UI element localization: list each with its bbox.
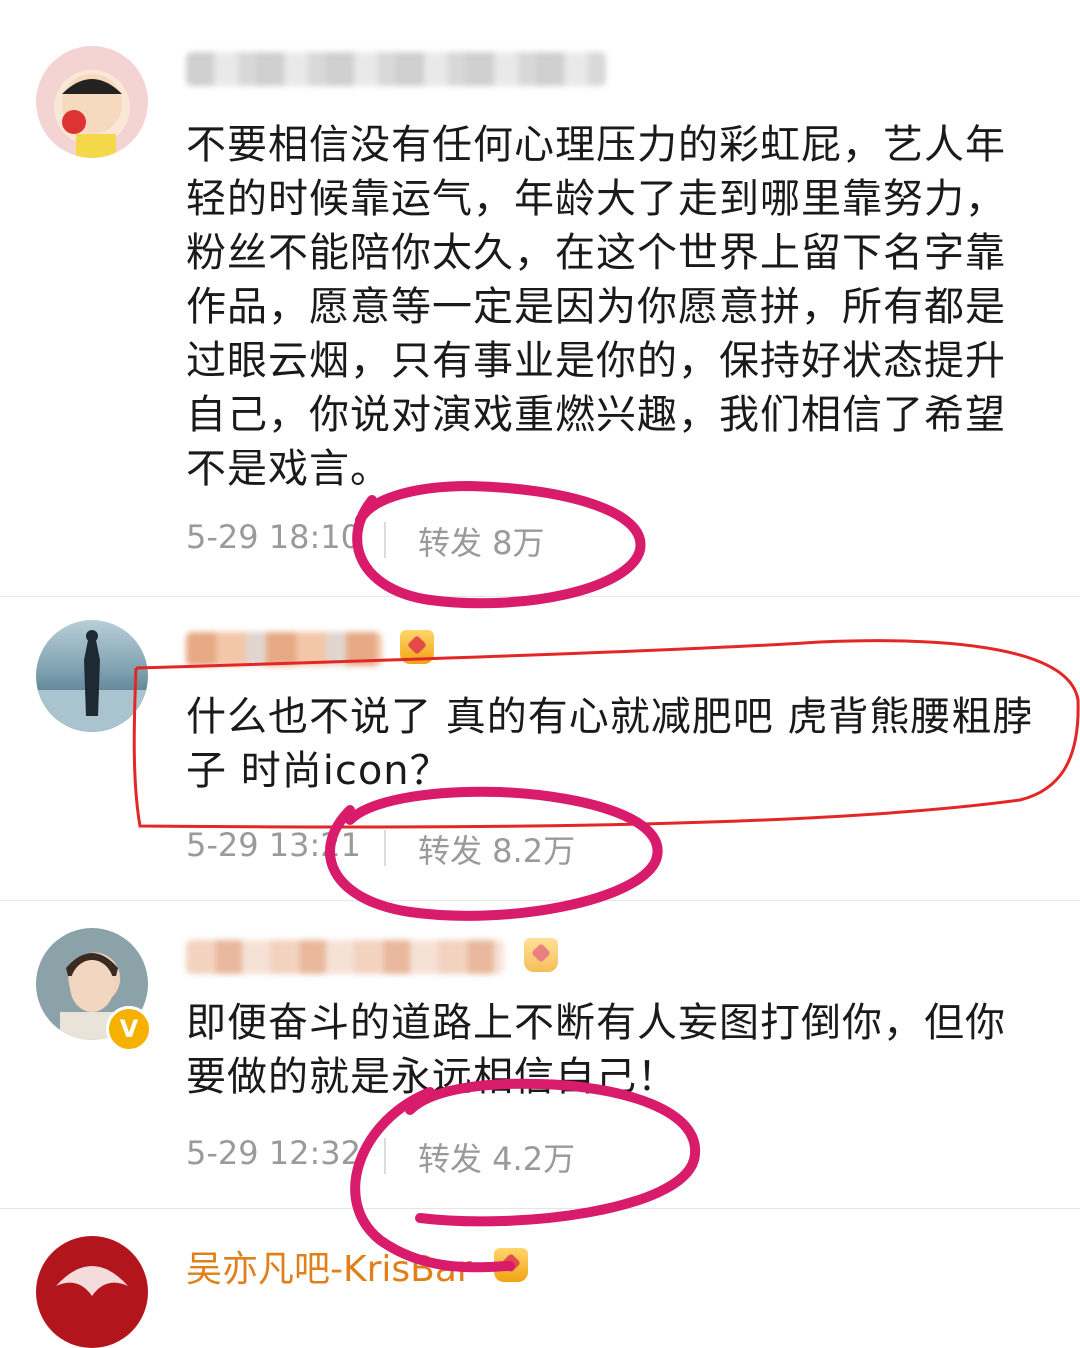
divider <box>0 596 1080 597</box>
cartoon-avatar-icon <box>62 74 122 158</box>
divider <box>0 1208 1080 1209</box>
crown-badge-icon <box>400 630 434 664</box>
comment-time: 5-29 18:10 <box>186 518 362 556</box>
username-blurred[interactable] <box>186 934 566 980</box>
username-blurred[interactable] <box>186 46 606 92</box>
username-blurred[interactable] <box>186 626 436 672</box>
username[interactable]: 吴亦凡吧-KrisBar <box>186 1240 472 1292</box>
comment-text: 不要相信没有任何心理压力的彩虹屁，艺人年轻的时候靠运气，年龄大了走到哪里靠努力，… <box>186 122 1006 492</box>
avatar[interactable] <box>36 1236 148 1348</box>
comment-text: 什么也不说了 真的有心就减肥吧 虎背熊腰粗脖子 时尚icon？ <box>186 694 1034 794</box>
dragon-logo-icon <box>56 1266 128 1296</box>
comment-time: 5-29 13:21 <box>186 826 362 864</box>
meta-divider <box>384 1138 386 1174</box>
repost-count[interactable]: 转发 8.2万 <box>418 826 575 872</box>
verified-badge-icon: V <box>106 1006 152 1052</box>
meta-divider <box>384 522 386 558</box>
repost-count[interactable]: 转发 4.2万 <box>418 1134 575 1180</box>
comment-text: 即便奋斗的道路上不断有人妄图打倒你，但你要做的就是永远相信自己！ <box>186 1000 1006 1100</box>
divider <box>0 900 1080 901</box>
landscape-avatar-icon <box>36 630 148 732</box>
crown-badge-icon <box>494 1248 528 1282</box>
avatar[interactable] <box>36 46 148 158</box>
repost-count[interactable]: 转发 8万 <box>418 518 545 564</box>
crown-badge-icon <box>524 938 558 972</box>
avatar[interactable] <box>36 620 148 732</box>
meta-divider <box>384 830 386 866</box>
comment-time: 5-29 12:32 <box>186 1134 362 1172</box>
